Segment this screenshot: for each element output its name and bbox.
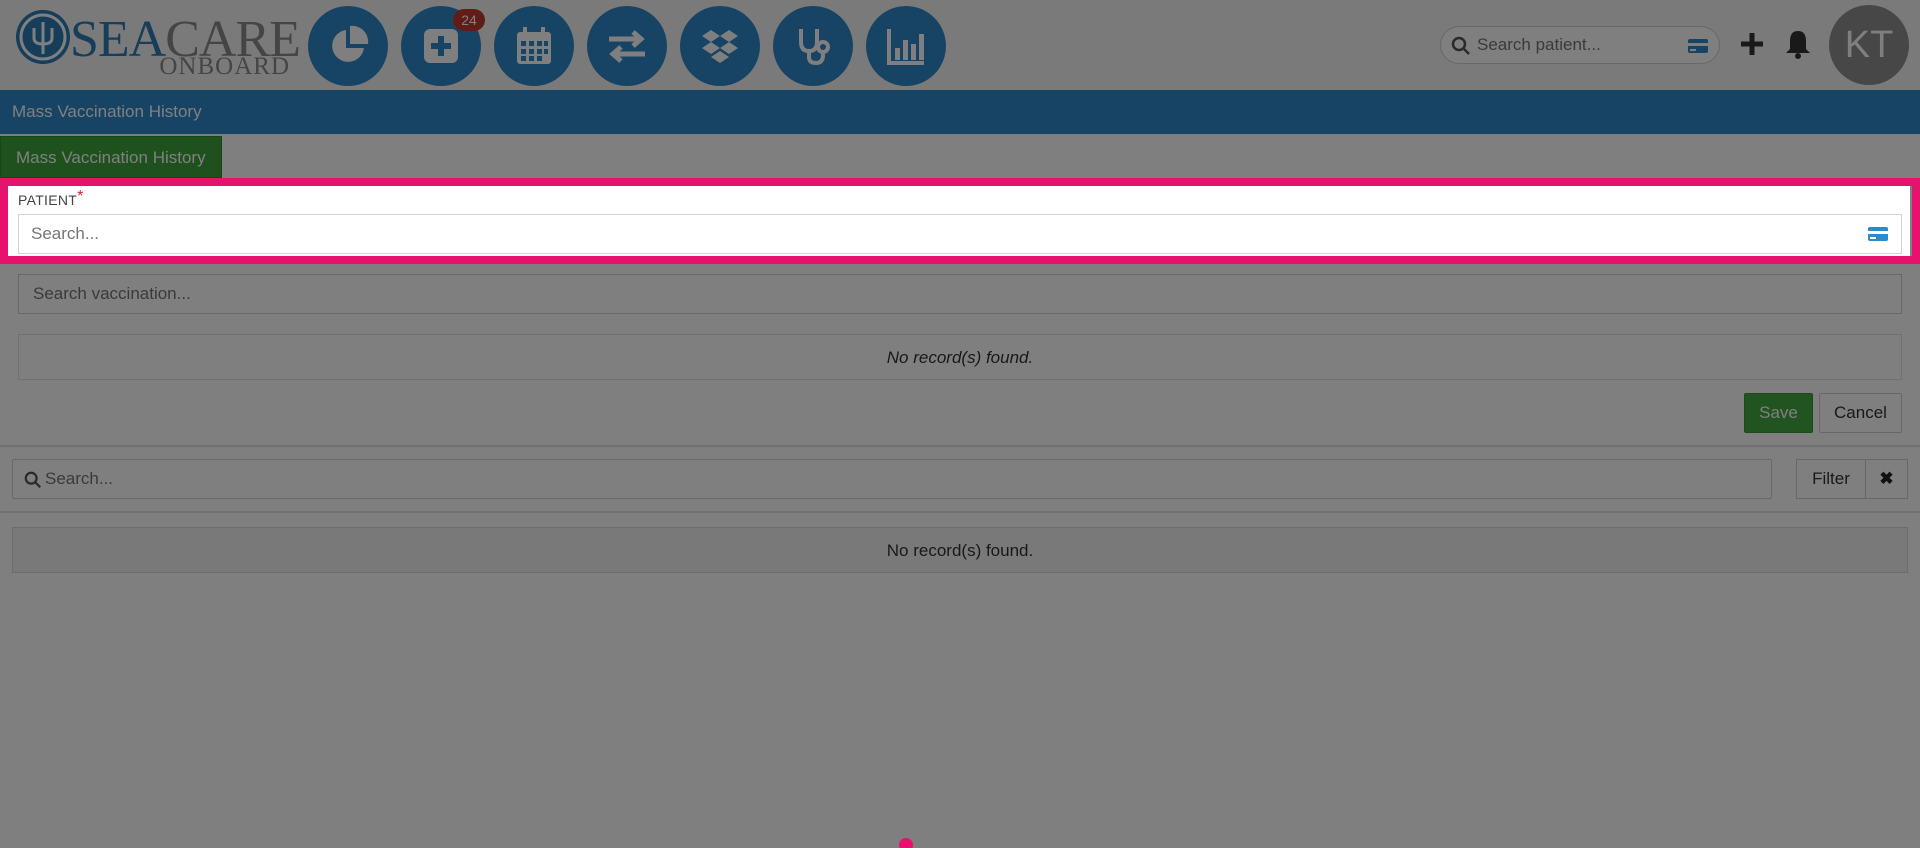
divider <box>0 445 1920 447</box>
transfer-arrows-icon <box>609 30 645 63</box>
save-button[interactable]: Save <box>1744 393 1813 433</box>
vaccination-search-input[interactable] <box>18 274 1902 314</box>
notification-bell-icon[interactable] <box>1782 28 1814 60</box>
cursor-marker <box>899 838 913 848</box>
user-avatar[interactable]: KT <box>1829 5 1909 85</box>
history-empty-message: No record(s) found. <box>12 527 1908 573</box>
nav-new-case-button[interactable]: 24 <box>401 6 485 86</box>
patient-label: PATIENT* <box>18 188 84 208</box>
nav-dashboard-button[interactable] <box>308 6 388 86</box>
bar-chart-icon <box>887 29 924 65</box>
top-navbar: SEACARE ONBOARD 24 Search patient... KT <box>0 0 1920 90</box>
stethoscope-icon <box>799 29 830 66</box>
pie-chart-icon <box>332 25 369 62</box>
search-icon <box>24 471 41 488</box>
page-title: Mass Vaccination History <box>0 90 1920 134</box>
history-search-input[interactable] <box>45 464 1745 494</box>
required-marker: * <box>77 188 84 205</box>
patient-field-group: PATIENT* <box>6 186 1910 258</box>
filter-button[interactable]: Filter <box>1796 459 1866 499</box>
nav-medical-button[interactable] <box>773 6 853 86</box>
seacare-logo[interactable]: SEACARE ONBOARD <box>14 8 301 80</box>
nav-reports-button[interactable] <box>866 6 946 86</box>
dropbox-icon <box>702 30 738 63</box>
calendar-icon <box>517 27 551 64</box>
id-card-icon[interactable] <box>1687 36 1709 56</box>
tab-mass-vaccination-history[interactable]: Mass Vaccination History <box>0 136 222 178</box>
patient-search-box[interactable] <box>1440 26 1720 64</box>
notification-count-badge: 24 <box>453 9 485 31</box>
id-card-icon[interactable] <box>1867 224 1889 244</box>
search-icon <box>1451 36 1470 55</box>
trident-icon <box>16 10 70 64</box>
add-icon[interactable] <box>1736 28 1768 60</box>
patient-search-input[interactable] <box>1477 29 1677 61</box>
patient-search-input-field[interactable] <box>31 219 1831 249</box>
nav-calendar-button[interactable] <box>494 6 574 86</box>
vaccination-empty-message: No record(s) found. <box>18 334 1902 380</box>
divider <box>0 511 1920 513</box>
nav-inventory-button[interactable] <box>680 6 760 86</box>
logo-tagline: ONBOARD <box>159 53 290 80</box>
history-search-box[interactable] <box>12 459 1772 499</box>
cancel-button[interactable]: Cancel <box>1819 393 1902 433</box>
clear-filter-button[interactable]: ✖ <box>1865 459 1908 499</box>
tab-bar: Mass Vaccination History <box>0 134 1920 178</box>
patient-search-field[interactable] <box>18 214 1902 254</box>
plus-square-icon <box>424 29 458 63</box>
nav-transfer-button[interactable] <box>587 6 667 86</box>
